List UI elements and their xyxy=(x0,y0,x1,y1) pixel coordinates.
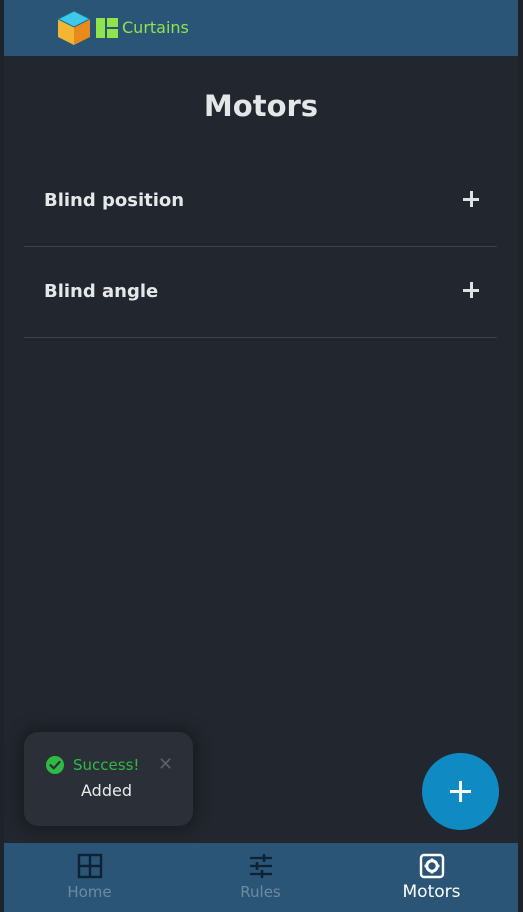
close-icon[interactable]: ✕ xyxy=(158,756,173,774)
expand-plus-icon[interactable] xyxy=(463,191,479,207)
grid-logo-icon xyxy=(96,18,118,38)
toast-title: Success! xyxy=(73,756,140,774)
motor-row-label: Blind position xyxy=(44,190,185,211)
gear-icon xyxy=(419,853,445,879)
check-circle-icon xyxy=(46,756,64,774)
expand-plus-icon[interactable] xyxy=(463,282,479,298)
top-bar: Curtains xyxy=(4,0,518,56)
toast-message: Added xyxy=(81,781,132,800)
motor-row-label: Blind angle xyxy=(44,281,159,302)
tab-motors[interactable]: Motors xyxy=(346,843,517,912)
page-title: Motors xyxy=(203,89,319,123)
sliders-icon xyxy=(250,854,272,878)
grid-icon xyxy=(77,853,103,879)
motor-row-blind-angle[interactable]: Blind angle xyxy=(24,246,497,338)
tab-rules[interactable]: Rules xyxy=(175,843,346,912)
app-container: Curtains Motors Blind position Blind ang… xyxy=(4,0,518,912)
cube-logo-icon xyxy=(56,10,92,45)
tab-label: Rules xyxy=(240,883,281,901)
tab-home[interactable]: Home xyxy=(4,843,175,912)
motor-row-blind-position[interactable]: Blind position xyxy=(24,155,497,247)
bottom-nav: Home Rules Motors xyxy=(4,843,518,912)
add-motor-button[interactable] xyxy=(422,753,499,830)
tab-label: Home xyxy=(67,883,112,901)
app-name[interactable]: Curtains xyxy=(122,18,189,38)
tab-label: Motors xyxy=(402,882,461,902)
success-toast: Success! ✕ Added xyxy=(24,732,193,826)
